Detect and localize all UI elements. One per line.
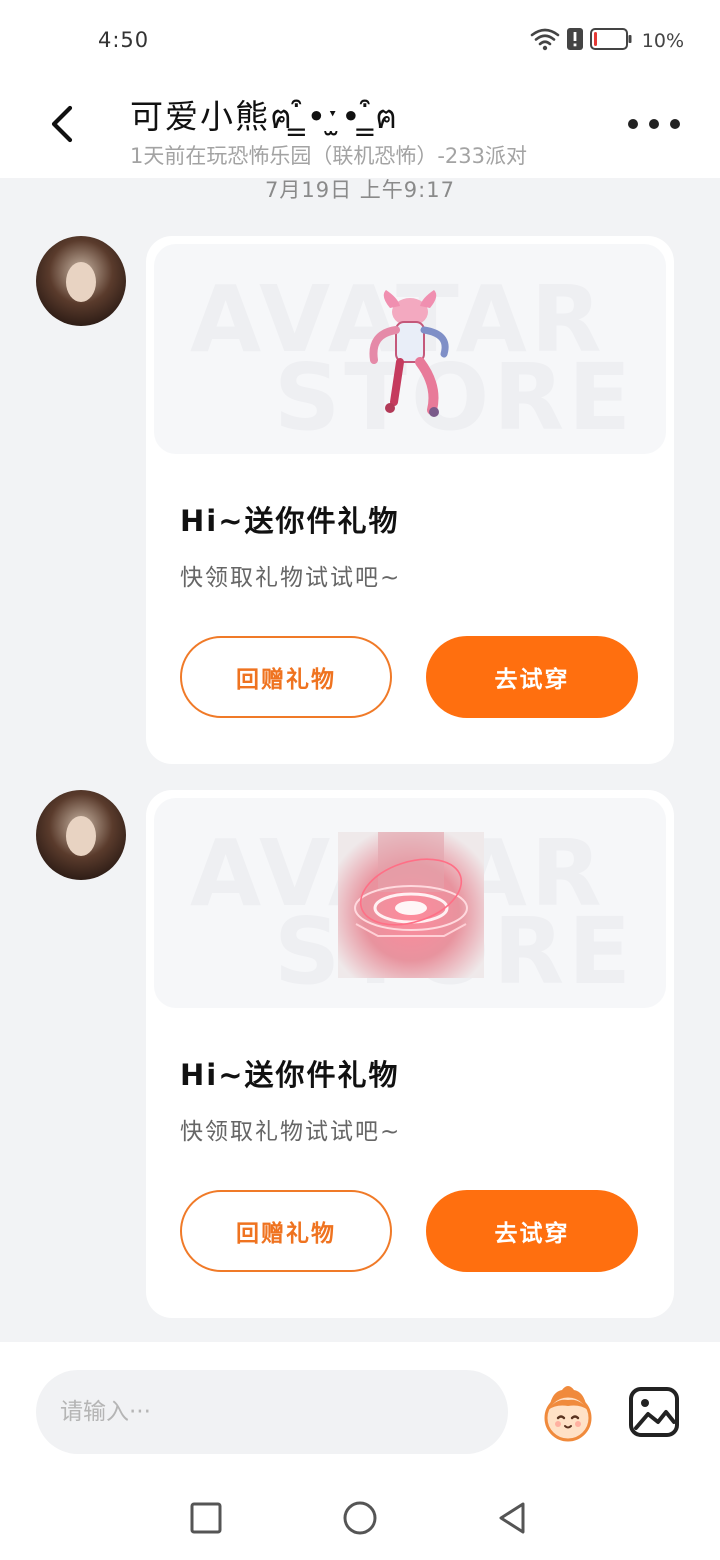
alert-icon [566,27,584,55]
gift-description: 快领取礼物试试吧~ [180,1119,402,1145]
sticker-icon [544,1386,592,1442]
status-time: 4:50 [98,28,150,52]
gift-title: Hi~送你件礼物 [180,1058,400,1092]
return-gift-button[interactable]: 回赠礼物 [180,1190,392,1272]
sender-avatar[interactable] [36,790,126,880]
battery-icon [589,28,632,54]
message-input[interactable] [36,1370,508,1454]
more-options-button[interactable] [628,114,680,134]
more-dots-icon [628,119,638,129]
gift-item-image[interactable] [338,832,484,978]
recent-apps-button[interactable] [186,1498,226,1538]
gift-title: Hi~送你件礼物 [180,504,400,538]
chat-subtitle: 1天前在玩恐怖乐园（联机恐怖）-233派对 [130,144,528,168]
gift-item-image[interactable] [360,290,460,420]
avatar-store-banner: AVATAR STORE [154,798,666,1008]
status-icons: 10% [530,26,684,56]
system-nav-bar [0,1478,720,1560]
status-bar: 4:50 10% [0,0,720,84]
sender-avatar[interactable] [36,236,126,326]
battery-percent: 10% [641,30,684,52]
avatar-store-banner: AVATAR STORE [154,244,666,454]
try-on-button[interactable]: 去试穿 [426,636,638,718]
sticker-button[interactable] [536,1382,600,1446]
image-icon [629,1387,679,1437]
back-button[interactable] [38,100,86,148]
image-button[interactable] [628,1386,680,1438]
wifi-icon [530,27,560,55]
home-button[interactable] [340,1498,380,1538]
back-nav-button[interactable] [492,1498,532,1538]
gift-description: 快领取礼物试试吧~ [180,565,402,591]
gift-card: AVATAR STORE Hi~送你件礼物 快领取礼物试试吧~ 回赠礼物 去试穿 [146,236,674,764]
chat-title: 可爱小熊ฅ ̳͒•ˑ̫• ̳͒ฅ [130,97,400,136]
home-icon [343,1501,377,1535]
back-icon [499,1502,525,1534]
chat-header: 可爱小熊ฅ ̳͒•ˑ̫• ̳͒ฅ 1天前在玩恐怖乐园（联机恐怖）-233派对 [0,84,720,178]
recent-apps-icon [190,1502,222,1534]
gift-card: AVATAR STORE Hi~送你件礼物 快领取礼物试试吧~ 回赠礼物 去试穿 [146,790,674,1318]
try-on-button[interactable]: 去试穿 [426,1190,638,1272]
chevron-left-icon [51,105,73,143]
message-timestamp: 7月19日 上午9:17 [265,178,455,202]
return-gift-button[interactable]: 回赠礼物 [180,636,392,718]
